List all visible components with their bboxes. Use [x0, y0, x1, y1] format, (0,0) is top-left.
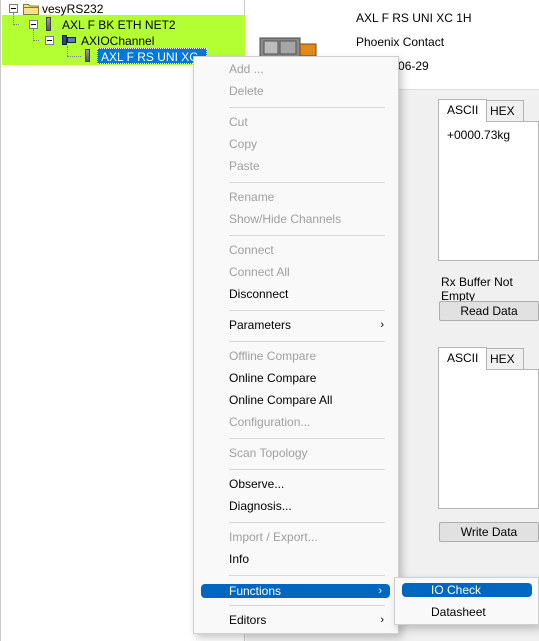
tree-item-root[interactable]: vesyRS232: [42, 1, 103, 17]
submenu-item-io-check[interactable]: IO Check: [402, 583, 532, 597]
tree-connector: [33, 40, 39, 41]
menu-item-editors-label: Editors: [229, 613, 267, 627]
menu-separator: [229, 235, 385, 236]
menu-item-parameters-label: Parameters: [229, 318, 292, 332]
menu-item-observe[interactable]: Observe...: [194, 473, 398, 495]
io-module-icon: [85, 49, 90, 62]
tree-item-coupler[interactable]: AXL F BK ETH NET2: [62, 17, 176, 33]
menu-item-copy[interactable]: Copy: [194, 133, 398, 155]
transmit-data-panel[interactable]: [438, 369, 539, 509]
menu-separator: [229, 469, 385, 470]
menu-separator: [229, 107, 385, 108]
menu-item-parameters[interactable]: Parameters ›: [194, 314, 398, 336]
read-data-button[interactable]: Read Data: [439, 301, 539, 321]
receive-data-panel[interactable]: +0000.73kg: [438, 121, 539, 261]
functions-submenu: IO Check Datasheet: [394, 577, 539, 625]
menu-separator: [229, 605, 385, 606]
menu-item-add[interactable]: Add ...: [194, 58, 398, 80]
menu-separator: [229, 341, 385, 342]
menu-item-functions[interactable]: Functions ›: [201, 584, 390, 598]
chevron-right-icon: ›: [380, 614, 384, 626]
menu-item-rename[interactable]: Rename: [194, 186, 398, 208]
collapse-toggle-icon[interactable]: [9, 4, 18, 13]
collapse-toggle-icon[interactable]: [45, 36, 54, 45]
menu-separator: [229, 575, 385, 576]
menu-item-editors[interactable]: Editors ›: [194, 609, 398, 631]
menu-separator: [229, 522, 385, 523]
tree-connector: [67, 46, 68, 56]
menu-separator: [229, 182, 385, 183]
menu-item-delete[interactable]: Delete: [194, 80, 398, 102]
menu-separator: [229, 438, 385, 439]
menu-item-configuration[interactable]: Configuration...: [194, 411, 398, 433]
menu-item-connect[interactable]: Connect: [194, 239, 398, 261]
rx-buffer-status: Rx Buffer Not Empty: [441, 275, 513, 303]
device-name: AXL F RS UNI XC 1H: [356, 11, 472, 25]
tree-item-channel[interactable]: AXIOChannel: [81, 33, 154, 49]
device-vendor: Phoenix Contact: [356, 35, 445, 49]
tab-receive-ascii[interactable]: ASCII: [438, 99, 488, 122]
chevron-right-icon: ›: [380, 319, 384, 331]
menu-item-online-compare[interactable]: Online Compare: [194, 367, 398, 389]
tab-receive-hex[interactable]: HEX: [481, 100, 524, 122]
receive-data-text: +0000.73kg: [447, 128, 511, 142]
menu-item-import-export[interactable]: Import / Export...: [194, 526, 398, 548]
menu-item-paste[interactable]: Paste: [194, 155, 398, 177]
submenu-item-datasheet[interactable]: Datasheet: [395, 602, 538, 622]
channel-icon: [62, 35, 76, 45]
menu-item-connect-all[interactable]: Connect All: [194, 261, 398, 283]
menu-item-scan-topology[interactable]: Scan Topology: [194, 442, 398, 464]
tab-transmit-ascii[interactable]: ASCII: [438, 347, 488, 370]
tab-transmit-hex[interactable]: HEX: [481, 348, 524, 370]
menu-item-online-compare-all[interactable]: Online Compare All: [194, 389, 398, 411]
tree-connector: [13, 24, 19, 25]
tree-connector: [67, 56, 81, 57]
menu-item-info[interactable]: Info: [194, 548, 398, 570]
menu-item-offline-compare[interactable]: Offline Compare: [194, 345, 398, 367]
menu-item-cut[interactable]: Cut: [194, 111, 398, 133]
menu-item-diagnosis[interactable]: Diagnosis...: [194, 495, 398, 517]
collapse-toggle-icon[interactable]: [29, 20, 38, 29]
chevron-right-icon: ›: [378, 585, 382, 597]
folder-icon: [23, 4, 39, 15]
bus-coupler-icon: [46, 17, 51, 31]
menu-item-disconnect[interactable]: Disconnect: [194, 283, 398, 305]
write-data-button[interactable]: Write Data: [439, 522, 539, 542]
menu-separator: [229, 310, 385, 311]
menu-item-show-hide-channels[interactable]: Show/Hide Channels: [194, 208, 398, 230]
context-menu: Add ... Delete Cut Copy Paste Rename Sho…: [193, 56, 399, 634]
tree-item-selected-module[interactable]: AXL F RS UNI XC 1H: [97, 48, 207, 80]
menu-item-functions-label: Functions: [229, 584, 282, 598]
